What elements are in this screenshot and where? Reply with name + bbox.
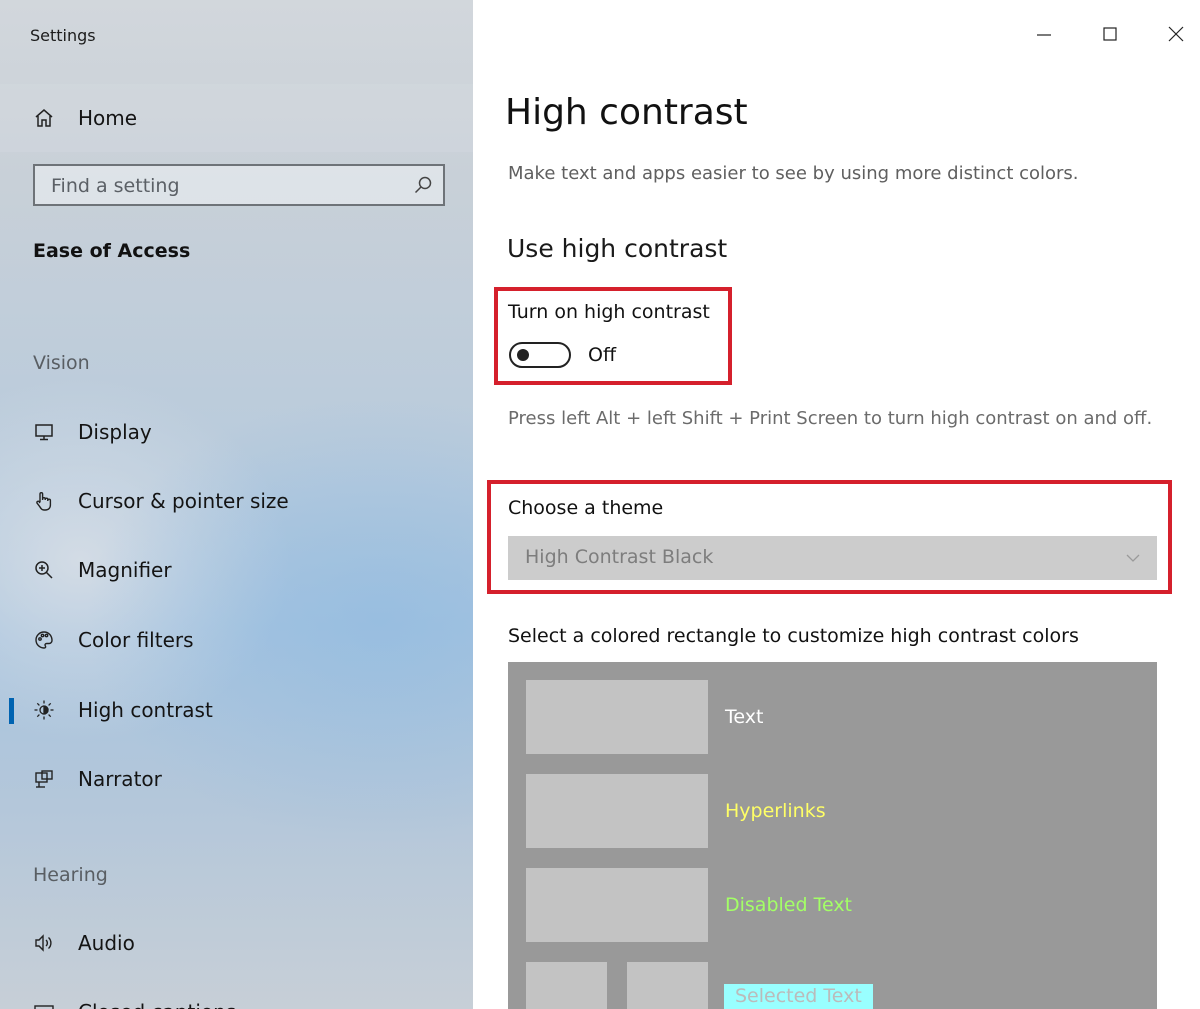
minimize-button[interactable] — [1021, 14, 1067, 54]
page-title: High contrast — [505, 92, 748, 133]
sidebar-item-label: Home — [78, 106, 138, 130]
toggle-state: Off — [588, 344, 617, 366]
home-icon — [32, 106, 56, 130]
sidebar-item-cursor-pointer[interactable]: Cursor & pointer size — [0, 471, 473, 531]
maximize-icon — [1103, 27, 1117, 41]
close-button[interactable] — [1153, 14, 1199, 54]
monitor-icon — [32, 420, 56, 444]
sidebar-item-label: Magnifier — [78, 558, 172, 582]
theme-selected-value: High Contrast Black — [525, 546, 714, 568]
customize-colors-label: Select a colored rectangle to customize … — [508, 625, 1079, 647]
shortcut-hint: Press left Alt + left Shift + Print Scre… — [508, 408, 1153, 429]
speaker-icon — [32, 931, 56, 955]
sidebar-item-label: Closed captions — [78, 1000, 236, 1009]
selected-text-background-swatch[interactable] — [627, 962, 708, 1009]
sidebar-item-audio[interactable]: Audio — [0, 913, 473, 973]
minimize-icon — [1037, 34, 1051, 36]
sidebar-item-label: Display — [78, 420, 152, 444]
disabled-text-swatch-label: Disabled Text — [725, 894, 853, 916]
sidebar-item-label: Cursor & pointer size — [78, 489, 289, 513]
magnifier-icon — [32, 558, 56, 582]
disabled-text-color-swatch[interactable] — [526, 868, 708, 942]
sidebar-item-color-filters[interactable]: Color filters — [0, 610, 473, 670]
sidebar-item-narrator[interactable]: Narrator — [0, 749, 473, 809]
sidebar-item-label: Color filters — [78, 628, 194, 652]
theme-dropdown[interactable]: High Contrast Black — [508, 536, 1157, 580]
text-color-swatch[interactable] — [526, 680, 708, 754]
theme-label: Choose a theme — [508, 497, 664, 519]
sidebar-item-label: Audio — [78, 931, 135, 955]
captions-icon — [32, 1000, 56, 1009]
toggle-label: Turn on high contrast — [508, 301, 710, 323]
sidebar-item-high-contrast[interactable]: High contrast — [0, 680, 473, 740]
chevron-down-icon — [1126, 554, 1140, 562]
pointer-hand-icon — [32, 489, 56, 513]
close-icon — [1168, 26, 1184, 42]
page-description: Make text and apps easier to see by usin… — [508, 163, 1079, 184]
content-pane: High contrast Make text and apps easier … — [473, 0, 1200, 1009]
search-input[interactable] — [49, 166, 413, 206]
color-preview-panel: Text Hyperlinks Disabled Text Selected T… — [508, 662, 1157, 1009]
toggle-knob — [517, 349, 529, 361]
selected-text-swatch-label: Selected Text — [724, 984, 873, 1009]
brightness-icon — [32, 698, 56, 722]
sidebar-item-closed-captions[interactable]: Closed captions — [0, 982, 473, 1009]
text-swatch-label: Text — [725, 706, 764, 728]
search-icon[interactable] — [413, 175, 433, 195]
selected-text-foreground-swatch[interactable] — [526, 962, 607, 1009]
high-contrast-toggle[interactable] — [509, 342, 571, 368]
search-box — [33, 164, 445, 206]
sidebar-item-home[interactable]: Home — [0, 88, 473, 148]
sidebar-item-display[interactable]: Display — [0, 402, 473, 462]
hyperlinks-swatch-label: Hyperlinks — [725, 800, 826, 822]
section-title: Ease of Access — [33, 240, 191, 262]
group-header-hearing: Hearing — [33, 864, 108, 886]
maximize-button[interactable] — [1087, 14, 1133, 54]
window-title: Settings — [30, 26, 96, 45]
narrator-icon — [32, 767, 56, 791]
sidebar: Settings Home Ease of Access Vision — [0, 0, 473, 1009]
sidebar-item-label: High contrast — [78, 698, 213, 722]
palette-icon — [32, 628, 56, 652]
sidebar-item-label: Narrator — [78, 767, 162, 791]
group-header-vision: Vision — [33, 352, 90, 374]
settings-window: Settings Home Ease of Access Vision — [0, 0, 1200, 1009]
sidebar-item-magnifier[interactable]: Magnifier — [0, 540, 473, 600]
section-subtitle: Use high contrast — [507, 234, 728, 263]
hyperlinks-color-swatch[interactable] — [526, 774, 708, 848]
